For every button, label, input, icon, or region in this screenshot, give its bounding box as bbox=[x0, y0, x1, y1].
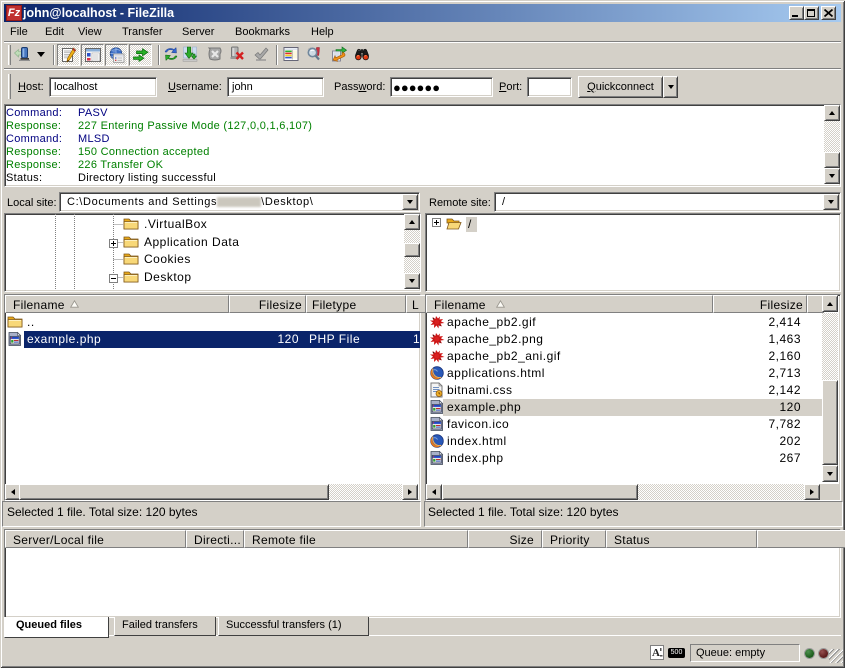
svg-text:A: A bbox=[652, 647, 660, 659]
